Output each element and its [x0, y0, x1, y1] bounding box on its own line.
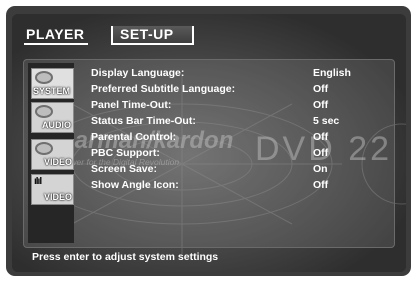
setting-label-parental-control[interactable]: Parental Control: — [91, 131, 176, 143]
disc-icon — [35, 71, 53, 84]
setting-value-statusbar-timeout[interactable]: 5 sec — [313, 115, 339, 127]
tab-setup[interactable]: SET-UP — [111, 26, 194, 45]
sidebar-item-label: VIDEO — [44, 192, 73, 202]
setting-value-parental-control[interactable]: Off — [313, 131, 328, 143]
setting-value-show-angle-icon[interactable]: Off — [313, 179, 328, 191]
sidebar-item-audio[interactable]: AUDIO — [31, 102, 74, 133]
setting-label-statusbar-timeout[interactable]: Status Bar Time-Out: — [91, 115, 196, 127]
status-message: Press enter to adjust system settings — [32, 251, 219, 263]
setting-label-display-language[interactable]: Display Language: — [91, 67, 184, 79]
setting-value-panel-timeout[interactable]: Off — [313, 99, 328, 111]
setting-label-pbc-support[interactable]: PBC Support: — [91, 147, 160, 159]
disc-icon — [35, 142, 53, 155]
sidebar-item-label: VIDEO — [44, 157, 73, 167]
disc-icon — [35, 105, 53, 118]
equalizer-icon: ıIıI — [34, 176, 42, 187]
setting-value-display-language[interactable]: English — [313, 67, 351, 79]
setting-value-subtitle-language[interactable]: Off — [313, 83, 328, 95]
sidebar-item-video-adjust[interactable]: ıIıI VIDEO — [31, 174, 74, 205]
sidebar-item-system[interactable]: SYSTEM — [31, 68, 74, 99]
setting-label-screen-save[interactable]: Screen Save: — [91, 163, 157, 175]
sidebar-item-label: SYSTEM — [33, 86, 71, 96]
setting-value-screen-save[interactable]: On — [313, 163, 328, 175]
setting-label-panel-timeout[interactable]: Panel Time-Out: — [91, 99, 171, 111]
sidebar-item-video[interactable]: VIDEO — [31, 139, 74, 170]
setting-value-pbc-support[interactable]: Off — [313, 147, 328, 159]
sidebar-item-label: AUDIO — [42, 120, 71, 130]
setting-label-subtitle-language[interactable]: Preferred Subtitle Language: — [91, 83, 235, 95]
setting-label-show-angle-icon[interactable]: Show Angle Icon: — [91, 179, 179, 191]
tab-player[interactable]: PLAYER — [24, 26, 88, 45]
